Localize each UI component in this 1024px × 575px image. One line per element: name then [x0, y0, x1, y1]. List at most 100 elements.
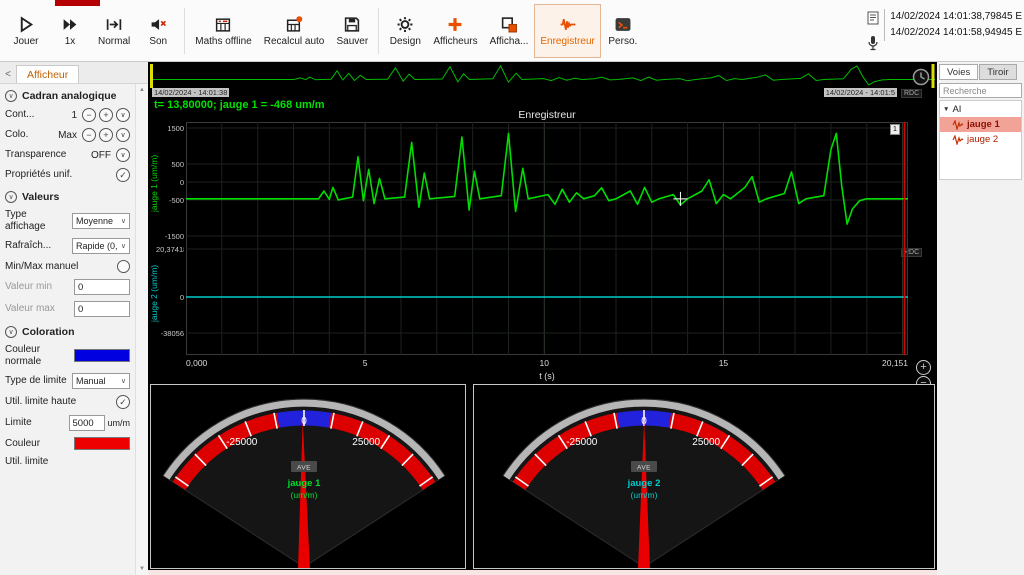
- collapse-icon: ∨: [5, 191, 17, 203]
- proprietes-label: Propriétés unif.: [5, 169, 113, 181]
- gear-icon: [396, 14, 414, 34]
- transparence-row: Transparence OFF ∨: [0, 145, 135, 165]
- couleur-limite-swatch[interactable]: [74, 437, 130, 450]
- couleur-normale-swatch[interactable]: [74, 349, 130, 362]
- properties-panel-body: ∨ Cadran analogique Cont... 1 − + ∨ Colo…: [0, 84, 135, 575]
- tree-group-ai[interactable]: ▼ AI: [940, 101, 1021, 117]
- section-title: Coloration: [22, 326, 75, 338]
- toolbar-button-jouer[interactable]: Jouer: [4, 4, 48, 58]
- toolbar-button-label: Sauver: [337, 36, 369, 47]
- increase-button[interactable]: +: [99, 108, 113, 122]
- tab-tiroir[interactable]: Tiroir: [979, 64, 1016, 80]
- x-axis-label: t (s): [539, 371, 555, 381]
- section-valeurs[interactable]: ∨ Valeurs: [0, 185, 135, 206]
- toolbar-separator: [378, 8, 379, 54]
- valeur-max-label: Valeur max: [5, 303, 71, 315]
- toolbar-button-normal[interactable]: Normal: [92, 4, 136, 58]
- overview-strip[interactable]: [150, 64, 935, 88]
- toolbar-button-afficha-[interactable]: Afficha...: [484, 4, 535, 58]
- valeur-max-input[interactable]: 0: [74, 301, 130, 317]
- scroll-up-icon[interactable]: ▲: [139, 87, 145, 93]
- cont-value: 1: [71, 110, 77, 121]
- chevron-down-icon[interactable]: ∨: [116, 128, 130, 142]
- rdc-badge: RDC: [901, 89, 922, 98]
- increase-button[interactable]: +: [99, 128, 113, 142]
- notes-icon[interactable]: [866, 11, 880, 30]
- channel-item-label: jauge 1: [967, 119, 1000, 130]
- tab-voies[interactable]: Voies: [939, 64, 978, 80]
- chevron-down-icon[interactable]: ∨: [116, 148, 130, 162]
- toolbar-button-afficheurs[interactable]: Afficheurs: [427, 4, 483, 58]
- checked-toggle[interactable]: ✓: [116, 168, 130, 182]
- section-cadran-analogique[interactable]: ∨ Cadran analogique: [0, 84, 135, 105]
- x-tick-label: 0,000: [186, 358, 207, 368]
- collapse-panel-button[interactable]: <: [0, 65, 16, 83]
- toolbar-button-sauver[interactable]: Sauver: [330, 4, 374, 58]
- rafraich-select[interactable]: Rapide (0,∨: [72, 238, 130, 254]
- gauge-min-label: -25000: [566, 437, 598, 448]
- toolbar-button-recalcul-auto[interactable]: Recalcul auto: [258, 4, 331, 58]
- channel-item-jauge-2[interactable]: jauge 2: [940, 132, 1021, 147]
- selected-value: Rapide (0,: [76, 241, 118, 251]
- toolbar-button-enregistreur[interactable]: Enregistreur: [534, 4, 600, 58]
- bottom-strip: [148, 570, 937, 575]
- transparence-label: Transparence: [5, 149, 88, 161]
- chevron-down-icon[interactable]: ∨: [116, 108, 130, 122]
- recorder-plot[interactable]: [186, 122, 908, 355]
- colo-value: Max: [58, 130, 77, 141]
- util-limite-row: Util. limite haute ✓: [0, 392, 135, 412]
- fast-forward-icon: [61, 14, 79, 34]
- toolbar-button-group: Jouer1xNormalSonMaths offlineRecalcul au…: [4, 4, 645, 58]
- clock-icon[interactable]: [912, 68, 930, 86]
- toolbar-button-design[interactable]: Design: [383, 4, 427, 58]
- tree-expand-icon[interactable]: ▼: [943, 106, 949, 113]
- scroll-down-icon[interactable]: ▼: [139, 566, 145, 572]
- type-limite-row: Type de limite Manual∨: [0, 370, 135, 392]
- couleur-normale-label: Couleur normale: [5, 344, 71, 367]
- recorder-wave-icon: [559, 14, 577, 34]
- gauge-zero-label: 0: [301, 416, 307, 427]
- y-tick-label: -1500: [156, 232, 184, 241]
- section-title: Valeurs: [22, 191, 59, 203]
- limite-input[interactable]: 5000: [69, 415, 105, 431]
- type-affichage-select[interactable]: Moyenne∨: [72, 213, 130, 229]
- end-timestamp: 14/02/2024 14:01:58,94945 E: [890, 25, 1022, 41]
- gauge-channel-name: jauge 2: [627, 478, 661, 489]
- toolbar-button-1x[interactable]: 1x: [48, 4, 92, 58]
- toolbar-button-son[interactable]: Son: [136, 4, 180, 58]
- microphone-icon[interactable]: [867, 35, 879, 57]
- search-input[interactable]: Recherche: [939, 83, 1022, 98]
- x-tick-label: 20,151: [882, 358, 908, 368]
- overview-end-label: 14/02/2024 - 14:01:5: [824, 88, 897, 97]
- section-coloration[interactable]: ∨ Coloration: [0, 320, 135, 341]
- play-icon: [17, 14, 35, 34]
- tab-afficheur[interactable]: Afficheur: [16, 65, 79, 83]
- decrease-button[interactable]: −: [82, 108, 96, 122]
- toolbar: Jouer1xNormalSonMaths offlineRecalcul au…: [0, 0, 1024, 62]
- gauge-unit-label: (um/m): [291, 490, 318, 500]
- util-limite-label: Util. limite haute: [5, 396, 113, 408]
- checked-toggle[interactable]: ✓: [116, 395, 130, 409]
- gauge-row: -25000 0 25000 AVE jauge 1 (um/m) -25000…: [150, 384, 935, 569]
- zoom-in-button[interactable]: +: [916, 360, 931, 375]
- minmax-radio[interactable]: [117, 260, 130, 273]
- channel-item-label: jauge 2: [967, 134, 998, 145]
- valeur-min-row: Valeur min 0: [0, 276, 135, 298]
- x-tick-label: 15: [719, 358, 728, 368]
- valeur-min-input[interactable]: 0: [74, 279, 130, 295]
- gauge-panel-2[interactable]: -25000 0 25000 AVE jauge 2 (um/m): [473, 384, 935, 569]
- chevron-down-icon: ∨: [121, 217, 126, 225]
- sound-muted-icon: [149, 14, 167, 34]
- gauge-panel-1[interactable]: -25000 0 25000 AVE jauge 1 (um/m): [150, 384, 466, 569]
- decrease-button[interactable]: −: [82, 128, 96, 142]
- left-panel-scrollbar[interactable]: ▲ ▼: [135, 84, 148, 575]
- toolbar-button-perso-[interactable]: Perso.: [601, 4, 645, 58]
- toolbar-button-maths-offline[interactable]: Maths offline: [189, 4, 258, 58]
- channel-item-jauge-1[interactable]: jauge 1: [940, 117, 1021, 132]
- type-limite-select[interactable]: Manual∨: [72, 373, 130, 389]
- gauge-min-label: -25000: [226, 437, 258, 448]
- marker-flag[interactable]: 1: [890, 124, 900, 135]
- toolbar-button-label: Design: [390, 36, 421, 47]
- limite-unit: um/m: [108, 418, 131, 428]
- type-affichage-label: Type affichage: [5, 209, 69, 232]
